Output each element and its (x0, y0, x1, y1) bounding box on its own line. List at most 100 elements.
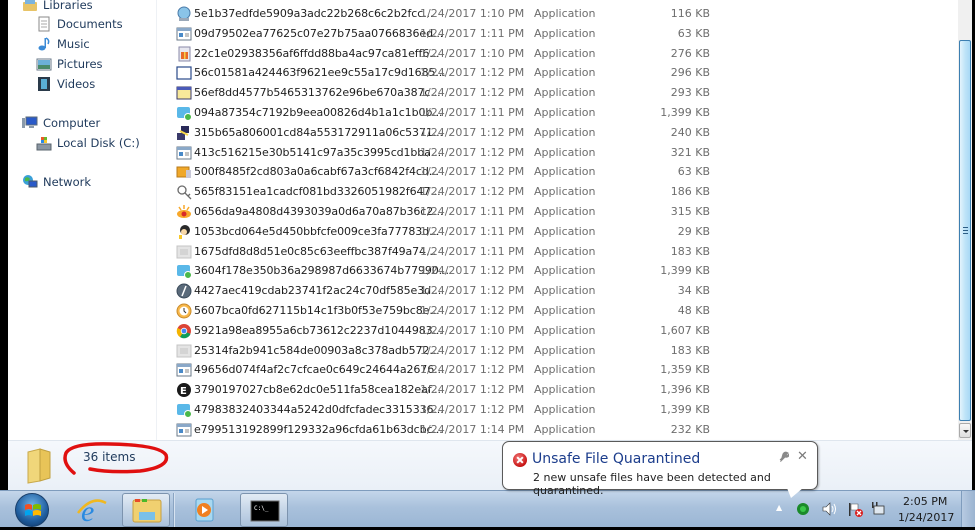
file-date-modified: 1/24/2017 1:14 PM (420, 422, 525, 436)
nav-music-label: Music (57, 37, 90, 51)
file-size: 276 KB (670, 46, 710, 60)
file-type: Application (534, 205, 596, 218)
nav-music[interactable]: Music (36, 35, 90, 53)
file-date-modified: 1/24/2017 1:11 PM (420, 205, 525, 218)
clock-time[interactable]: 2:05 PM (903, 495, 947, 508)
file-row[interactable]: 49656d074f4af2c7cfcae0c649c24644a2676...… (158, 360, 958, 380)
file-size: 63 KB (677, 165, 710, 179)
file-size: 29 KB (677, 224, 710, 238)
file-name: 5607bca0fd627115b14c1f3b0f53e759bc8e... (194, 304, 440, 317)
error-icon (513, 453, 527, 467)
svg-text:C:\_: C:\_ (254, 505, 269, 512)
file-row[interactable]: 0656da9a4808d4393039a0d6a70a87b36c2... 1/… (158, 202, 958, 222)
security-tray-icon[interactable] (796, 502, 810, 516)
nav-libraries[interactable]: Libraries (22, 0, 93, 14)
file-row[interactable]: 47983832403344a5242d0dfcfadec3315336... 1… (158, 400, 958, 420)
file-date-modified: 1/24/2017 1:12 PM (420, 363, 525, 377)
file-name: e799513192899f129332a96cfda61b63dcbc... (194, 422, 443, 436)
scroll-down-button[interactable] (959, 423, 971, 438)
notification-title[interactable]: Unsafe File Quarantined (532, 451, 700, 467)
file-row[interactable]: 5921a98ea8955a6cb73612c2237d1044983... 1/… (158, 321, 958, 341)
file-row[interactable]: 315b65a806001cd84a553172911a06c5371... 1/… (158, 123, 958, 143)
taskbar-internet-explorer[interactable]: e (68, 493, 116, 528)
file-row[interactable]: 565f83151ea1cadcf081bd3326051982f647... 1… (158, 182, 958, 202)
file-type: Application (534, 343, 596, 357)
nav-local-disk-label: Local Disk (C:) (57, 136, 140, 150)
file-type: Application (534, 125, 596, 139)
navigation-pane: Libraries Documents Music Pictures Video… (8, 0, 157, 440)
file-size: 63 KB (677, 26, 710, 40)
nav-videos[interactable]: Videos (36, 75, 95, 93)
file-row[interactable]: 22c1e02938356af6ffdd88ba4ac97ca81eff6...… (158, 44, 958, 64)
taskbar-command-prompt[interactable]: C:\_ (240, 493, 288, 527)
file-row[interactable]: e799513192899f129332a96cfda61b63dcbc... 1… (158, 420, 958, 440)
file-type: Application (534, 264, 596, 278)
globe-app-icon (176, 6, 192, 22)
file-date-modified: 1/24/2017 1:11 PM (420, 26, 525, 40)
file-row[interactable]: 56c01581a424463f9621ee9c55a17c9d1685... 1… (158, 63, 958, 83)
file-type: Application (534, 323, 596, 337)
file-type: Application (534, 304, 596, 317)
compass-app-icon (176, 283, 192, 299)
file-row[interactable]: 1675dfd8d8d51e0c85c63eeffbc387f49a74... 1… (158, 242, 958, 262)
show-desktop-button[interactable] (961, 491, 975, 528)
file-row[interactable]: 3604f178e350b36a298987d6633674b77990... 1… (158, 261, 958, 281)
wrench-icon[interactable] (778, 451, 790, 465)
nav-network[interactable]: Network (22, 173, 91, 191)
action-center-flag-icon[interactable] (848, 502, 863, 517)
file-name: 47983832403344a5242d0dfcfadec3315336... (194, 403, 444, 416)
clock-date[interactable]: 1/24/2017 (898, 511, 954, 524)
svg-text:E: E (180, 386, 187, 397)
file-type: Application (534, 403, 596, 416)
nav-local-disk[interactable]: Local Disk (C:) (36, 134, 140, 152)
start-button[interactable] (15, 493, 49, 527)
file-type: Application (534, 422, 596, 436)
nav-videos-label: Videos (57, 77, 96, 91)
file-date-modified: 1/24/2017 1:12 PM (420, 284, 525, 298)
notification-tail (787, 488, 803, 498)
file-row[interactable]: E 3790197027cb8e62dc0e511fa58cea182eaf...… (158, 380, 958, 400)
file-name: 315b65a806001cd84a553172911a06c5371... (194, 125, 443, 139)
file-name: 500f8485f2cd803a0a6cabf67a3cf6842f4cd... (194, 165, 439, 179)
file-date-modified: 1/24/2017 1:10 PM (420, 323, 525, 337)
nav-pictures[interactable]: Pictures (36, 55, 103, 73)
file-date-modified: 1/24/2017 1:11 PM (420, 244, 525, 258)
close-icon[interactable]: ✕ (797, 449, 808, 464)
notification-message: 2 new unsafe files have been detected an… (533, 471, 771, 497)
volume-icon[interactable] (822, 502, 836, 516)
clock-app-icon (176, 303, 192, 319)
window-app-icon (176, 65, 192, 81)
file-row[interactable]: 5e1b37edfde5909a3adc22b268c6c2b2fcc... 1/… (158, 4, 958, 24)
key-app-icon (176, 184, 192, 200)
file-row[interactable]: 09d79502ea77625c07e27b75aa0766836ed... 1/… (158, 24, 958, 44)
file-row[interactable]: 1053bcd064e5d450bbfcfe009ce3fa77783d... 1… (158, 222, 958, 242)
taskbar-windows-explorer[interactable] (122, 493, 170, 527)
file-row[interactable]: 500f8485f2cd803a0a6cabf67a3cf6842f4cd...… (158, 162, 958, 182)
file-type: Application (534, 185, 596, 199)
file-type: Application (534, 7, 596, 20)
taskbar-windows-media-player[interactable] (180, 493, 228, 527)
eye-app-icon (176, 204, 192, 220)
file-name: 5e1b37edfde5909a3adc22b268c6c2b2fcc... (194, 7, 434, 20)
file-size: 48 KB (677, 304, 710, 317)
nav-computer[interactable]: Computer (22, 114, 100, 132)
scrollbar-thumb[interactable] (959, 40, 971, 421)
file-row[interactable]: 25314fa2b941c584de00903a8c378adb572... 1/… (158, 341, 958, 361)
show-hidden-icons-button[interactable]: ▲ (776, 503, 790, 517)
file-size: 232 KB (670, 422, 710, 436)
e-logo-app-icon: E (176, 382, 192, 398)
file-row[interactable]: 5607bca0fd627115b14c1f3b0f53e759bc8e... 1… (158, 301, 958, 321)
generic-app-icon (176, 145, 192, 161)
file-row[interactable]: 094a87354c7192b9eea00826d4b1a1c1b0b... 1/… (158, 103, 958, 123)
file-date-modified: 1/24/2017 1:11 PM (420, 106, 525, 119)
file-date-modified: 1/24/2017 1:11 PM (420, 224, 525, 238)
quarantine-notification[interactable]: Unsafe File Quarantined 2 new unsafe fil… (502, 441, 818, 497)
file-row[interactable]: 413c516215e30b5141c97a35c3995cd1bba... 1/… (158, 143, 958, 163)
file-date-modified: 1/24/2017 1:12 PM (420, 165, 525, 179)
file-row[interactable]: 4427aec419cdab23741f2ac24c70df585e3d... 1… (158, 281, 958, 301)
vertical-scrollbar[interactable] (958, 0, 972, 440)
file-row[interactable]: 56ef8dd4577b5465313762e96be670a387c... 1/… (158, 83, 958, 103)
network-tray-icon[interactable] (871, 502, 885, 516)
file-size: 34 KB (677, 284, 710, 298)
nav-documents[interactable]: Documents (36, 15, 123, 33)
